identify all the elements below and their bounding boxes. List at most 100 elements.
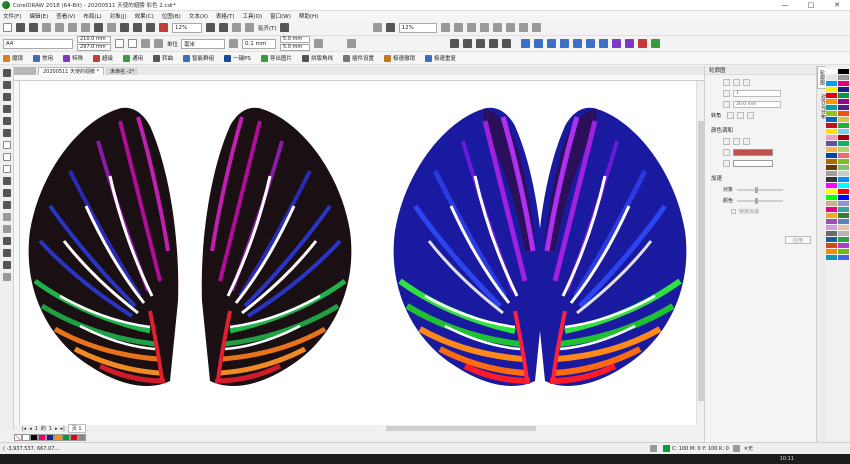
page-size-select[interactable]: A4 [3, 38, 73, 49]
object-accel-slider[interactable] [737, 186, 784, 193]
zoom-all-icon[interactable] [479, 23, 489, 32]
tab-document-untitled[interactable]: 未命名 -2* [106, 67, 139, 75]
palette-swatch[interactable] [826, 93, 837, 98]
weld-icon[interactable] [625, 39, 635, 48]
color-accel-slider[interactable] [737, 197, 784, 204]
palette-swatch[interactable] [838, 105, 849, 110]
zoom-height-icon[interactable] [518, 23, 528, 32]
tab-document-active[interactable]: 20200511 天使的翅膀 * [38, 67, 105, 75]
first-page-button[interactable]: |◂ [22, 426, 26, 432]
plugin-mirror[interactable]: 魔镜 [3, 54, 23, 62]
table-icon[interactable] [521, 39, 531, 48]
open-folder-icon[interactable] [16, 23, 25, 32]
align-left-icon[interactable] [534, 39, 544, 48]
palette-swatch[interactable] [838, 219, 849, 224]
fill-tool-icon[interactable] [650, 445, 657, 452]
inside-icon[interactable] [733, 79, 740, 86]
polygon-tool-icon[interactable] [2, 165, 11, 173]
corner-round-icon[interactable] [737, 112, 745, 119]
palette-swatch[interactable] [838, 183, 849, 188]
snap-to-dropdown[interactable]: 贴齐(T) [258, 24, 277, 32]
apply-button[interactable]: 应用 [785, 236, 811, 244]
palette-swatch[interactable] [838, 165, 849, 170]
no-color-swatch[interactable] [14, 433, 22, 441]
wings-color-right[interactable] [537, 108, 687, 386]
palette-swatch[interactable] [826, 237, 837, 242]
ungroup-icon[interactable] [599, 39, 609, 48]
palette-swatch[interactable] [826, 123, 837, 128]
publish-pdf-icon[interactable] [159, 23, 168, 32]
palette-swatch[interactable] [826, 255, 837, 260]
palette-swatch[interactable] [826, 243, 837, 248]
zoom-tool-icon[interactable] [2, 105, 11, 113]
prev-page-button[interactable]: ◂ [29, 426, 32, 432]
trim-icon[interactable] [638, 39, 648, 48]
palette-swatch[interactable] [838, 195, 849, 200]
corner-mitered-icon[interactable] [727, 112, 735, 119]
palette-swatch[interactable] [826, 207, 837, 212]
menu-effects[interactable]: 效果(C) [135, 12, 154, 20]
ellipse-tool-icon[interactable] [2, 153, 11, 161]
guides-icon[interactable] [245, 23, 254, 32]
crop-tool-icon[interactable] [2, 93, 11, 101]
palette-swatch[interactable] [826, 99, 837, 104]
palette-swatch[interactable] [826, 189, 837, 194]
connector-tool-icon[interactable] [2, 201, 11, 209]
drawing-canvas[interactable] [20, 81, 696, 425]
palette-swatch[interactable] [838, 189, 849, 194]
palette-swatch[interactable] [826, 195, 837, 200]
zoom-page-icon[interactable] [492, 23, 502, 32]
menu-view[interactable]: 查看(V) [56, 12, 75, 20]
zoom-select[interactable]: 12% [172, 22, 202, 33]
palette-swatch[interactable] [826, 249, 837, 254]
menu-bitmaps[interactable]: 位图(B) [162, 12, 181, 20]
palette-swatch[interactable] [838, 129, 849, 134]
palette-swatch[interactable] [838, 111, 849, 116]
align-right-icon[interactable] [560, 39, 570, 48]
new-document-icon[interactable] [3, 23, 12, 32]
palette-swatch[interactable] [838, 81, 849, 86]
cut-icon[interactable] [55, 23, 64, 32]
palette-swatch[interactable] [826, 219, 837, 224]
palette-swatch[interactable] [826, 165, 837, 170]
interactive-fill-tool-icon[interactable] [2, 249, 11, 257]
overprint-icon[interactable] [385, 23, 395, 32]
corner-bevel-icon[interactable] [747, 112, 755, 119]
outline-text-icon[interactable] [502, 39, 512, 48]
artistic-media-tool-icon[interactable] [2, 129, 11, 137]
wings-dark-left[interactable] [29, 108, 179, 386]
smart-fill-tool-icon[interactable] [2, 261, 11, 269]
zoom-width-icon[interactable] [505, 23, 515, 32]
page-tab-1[interactable]: 页 1 [67, 424, 86, 433]
character-icon[interactable] [476, 39, 486, 48]
link-accel-checkbox[interactable] [731, 209, 736, 214]
zoom-out-icon[interactable] [453, 23, 463, 32]
linear-blend-icon[interactable] [723, 138, 730, 145]
palette-swatch[interactable] [838, 69, 849, 74]
steps-input[interactable]: 1 [733, 90, 781, 97]
close-button[interactable]: ✕ [824, 0, 850, 11]
page-height-input[interactable]: 297.0 mm [77, 43, 111, 51]
palette-swatch[interactable] [826, 159, 837, 164]
transparency-tool-icon[interactable] [2, 225, 11, 233]
palette-swatch[interactable] [838, 153, 849, 158]
print-icon[interactable] [42, 23, 51, 32]
offset-input[interactable]: 30.0 mm [733, 101, 781, 108]
palette-swatch[interactable] [838, 75, 849, 80]
rectangle-tool-icon[interactable] [2, 141, 11, 149]
fill-color-picker[interactable] [733, 160, 773, 167]
palette-swatch[interactable] [826, 213, 837, 218]
plugin-super[interactable]: 超级 [93, 54, 113, 62]
palette-swatch[interactable] [838, 159, 849, 164]
shape-tool-icon[interactable] [2, 81, 11, 89]
align-center-icon[interactable] [547, 39, 557, 48]
swatch[interactable] [46, 433, 54, 441]
menu-window[interactable]: 窗口(W) [270, 12, 291, 20]
palette-swatch[interactable] [826, 171, 837, 176]
plugin-fast-undo[interactable]: 极速撤销 [383, 54, 415, 62]
palette-swatch[interactable] [826, 75, 837, 80]
palette-swatch[interactable] [826, 201, 837, 206]
swatch[interactable] [70, 433, 78, 441]
outside-icon[interactable] [743, 79, 750, 86]
nudge-distance-input[interactable]: 0.1 mm [242, 38, 277, 49]
